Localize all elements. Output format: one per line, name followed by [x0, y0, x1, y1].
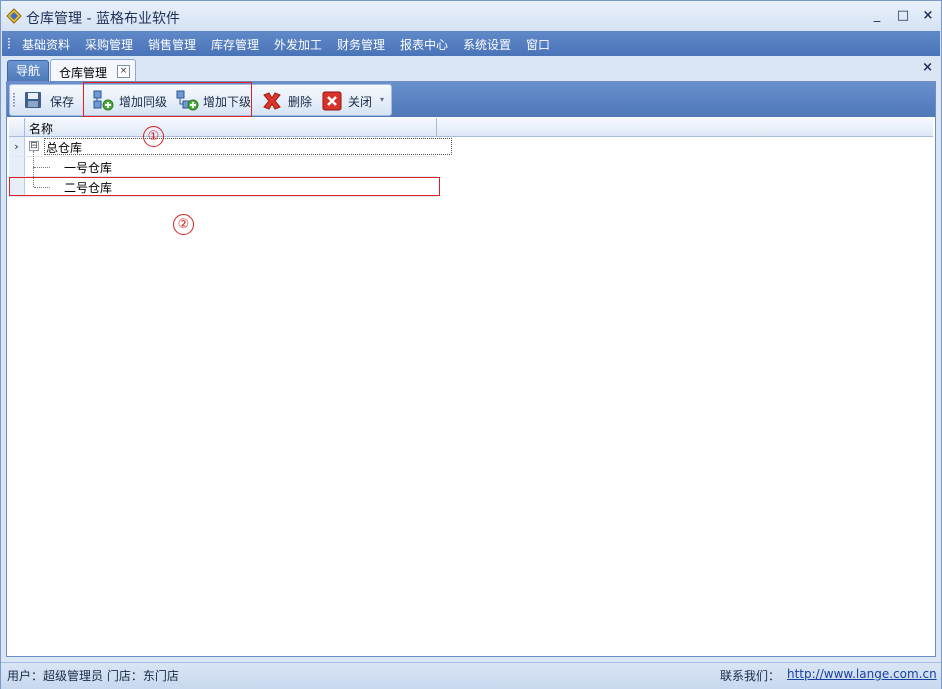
content-panel: 保存 增加同级 增加下级 删除 关闭 ▾ 名称 › ⊟ 总仓库 一号仓库 二号仓… — [6, 81, 936, 657]
menu-bar: 基础资料 采购管理 销售管理 库存管理 外发加工 财务管理 报表中心 系统设置 … — [2, 31, 940, 56]
panel-close-icon[interactable]: × — [922, 60, 933, 75]
tab-navigation[interactable]: 导航 — [7, 60, 49, 81]
menu-grip-icon — [8, 38, 10, 50]
tab-strip: 导航 仓库管理 × × — [2, 56, 940, 82]
menu-window[interactable]: 窗口 — [526, 36, 550, 53]
minimize-button[interactable]: _ — [867, 7, 887, 25]
save-button[interactable]: 保存 — [23, 88, 81, 112]
focus-rectangle — [44, 138, 452, 155]
close-label: 关闭 — [348, 95, 373, 109]
row-header-column — [9, 118, 25, 136]
menu-inventory[interactable]: 库存管理 — [211, 36, 259, 53]
save-label: 保存 — [50, 95, 75, 109]
delete-button[interactable]: 删除 — [261, 88, 319, 112]
status-contact-label: 联系我们： — [720, 669, 781, 683]
name-cell[interactable]: ⊟ 总仓库 — [25, 137, 452, 156]
column-header-label: 名称 — [29, 122, 54, 136]
table-row[interactable]: 一号仓库 — [9, 151, 437, 177]
menu-basic-data[interactable]: 基础资料 — [22, 36, 70, 53]
tree-connector — [34, 167, 50, 168]
delete-icon — [263, 92, 281, 110]
maximize-button[interactable]: □ — [893, 7, 913, 25]
menu-sales[interactable]: 销售管理 — [148, 36, 196, 53]
close-icon — [322, 91, 342, 111]
annotation-marker-2: ② — [173, 214, 194, 235]
tab-label: 仓库管理 — [59, 66, 108, 80]
menu-purchase[interactable]: 采购管理 — [85, 36, 133, 53]
close-window-button[interactable]: × — [918, 7, 938, 25]
menu-system-settings[interactable]: 系统设置 — [463, 36, 511, 53]
row-indicator — [9, 157, 25, 176]
collapse-icon[interactable]: ⊟ — [29, 141, 39, 151]
website-link[interactable]: http://www.lange.com.cn — [787, 667, 937, 681]
column-header-name[interactable]: 名称 — [25, 118, 437, 136]
close-button[interactable]: 关闭 — [321, 88, 377, 112]
annotation-marker-1: ① — [143, 126, 164, 147]
tree-connector — [33, 151, 34, 167]
app-logo-icon — [6, 8, 22, 24]
toolbar-grip-icon — [13, 93, 15, 107]
app-window: 仓库管理 - 蓝格布业软件 _ □ × 基础资料 采购管理 销售管理 库存管理 … — [0, 0, 942, 689]
window-title: 仓库管理 - 蓝格布业软件 — [26, 11, 180, 27]
toolbar-overflow-icon[interactable]: ▾ — [380, 95, 384, 104]
save-icon — [25, 92, 41, 108]
annotation-box-row — [9, 177, 440, 196]
annotation-box-toolbar — [83, 82, 252, 117]
status-user-store: 用户：超级管理员 门店：东门店 — [7, 669, 179, 683]
tab-close-icon[interactable]: × — [117, 65, 130, 78]
row-indicator-icon: › — [9, 137, 25, 156]
tab-warehouse-management[interactable]: 仓库管理 × — [50, 59, 136, 82]
delete-label: 删除 — [288, 95, 313, 109]
menu-reports[interactable]: 报表中心 — [400, 36, 448, 53]
node-label: 一号仓库 — [64, 161, 113, 175]
title-bar: 仓库管理 - 蓝格布业软件 _ □ × — [1, 1, 941, 31]
status-bar: 用户：超级管理员 门店：东门店 联系我们： http://www.lange.c… — [1, 662, 941, 689]
menu-outsourcing[interactable]: 外发加工 — [274, 36, 322, 53]
tree-grid: 名称 › ⊟ 总仓库 一号仓库 二号仓库 — [9, 118, 933, 654]
table-row[interactable]: › ⊟ 总仓库 — [9, 137, 452, 157]
menu-finance[interactable]: 财务管理 — [337, 36, 385, 53]
name-cell[interactable]: 一号仓库 — [25, 151, 436, 176]
node-label: 总仓库 — [46, 141, 83, 155]
